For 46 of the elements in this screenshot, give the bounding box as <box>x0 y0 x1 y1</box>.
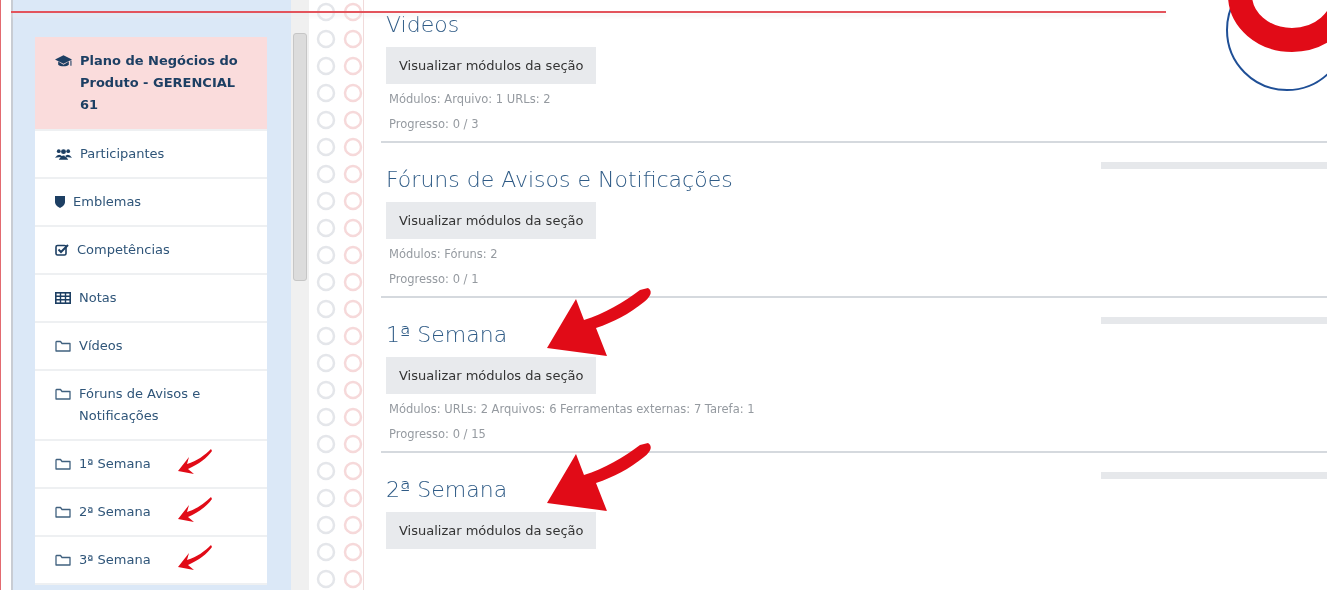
view-modules-button[interactable]: Visualizar módulos da seção <box>386 202 597 239</box>
section-title[interactable]: 1ª Semana <box>381 321 508 347</box>
folder-icon <box>55 340 71 352</box>
sidebar-item-label: Fóruns de Avisos e Notificações <box>79 385 202 425</box>
shield-icon <box>55 196 65 208</box>
section-title[interactable]: Videos <box>381 11 460 37</box>
sidebar-item-label: Plano de Negócios do Produto - GERENCIAL 61 <box>80 52 239 114</box>
sidebar-item-label: Notas <box>79 289 118 307</box>
sidebar-item[interactable]: 1ª Semana <box>35 441 267 489</box>
sidebar-item-label: 2ª Semana <box>79 503 152 521</box>
progress-text: Progresso: 0 / 1 <box>389 272 480 286</box>
folder-icon <box>55 458 71 470</box>
modules-summary: Módulos: Arquivo: 1 URLs: 2 <box>389 92 552 106</box>
users-icon <box>55 148 72 160</box>
sidebar-item[interactable]: Participantes <box>35 131 267 179</box>
sidebar-item-label: Participantes <box>80 145 166 163</box>
folder-icon <box>55 388 71 400</box>
progress-text: Progresso: 0 / 3 <box>389 117 480 131</box>
view-modules-button[interactable]: Visualizar módulos da seção <box>386 512 597 549</box>
view-modules-button[interactable]: Visualizar módulos da seção <box>386 357 597 394</box>
sidebar-item[interactable]: Vídeos <box>35 323 267 371</box>
progress-text: Progresso: 0 / 15 <box>389 427 487 441</box>
table-icon <box>55 292 71 304</box>
view-modules-button[interactable]: Visualizar módulos da seção <box>386 47 597 84</box>
sidebar-item[interactable]: Competências <box>35 227 267 275</box>
sidebar-item-label: 1ª Semana <box>79 455 152 473</box>
sidebar-item[interactable]: Notas <box>35 275 267 323</box>
sidebar-item-label: Vídeos <box>79 337 124 355</box>
sidebar-item[interactable]: Emblemas <box>35 179 267 227</box>
folder-icon <box>55 554 71 566</box>
checkbox-icon <box>55 244 69 256</box>
modules-summary: Módulos: Fóruns: 2 <box>389 247 499 261</box>
scrollbar-thumb[interactable] <box>293 33 307 281</box>
sidebar-item-label: Competências <box>77 241 171 259</box>
scrollbar[interactable] <box>291 0 309 590</box>
sidebar-item[interactable]: 3ª Semana <box>35 537 267 585</box>
folder-icon <box>55 506 71 518</box>
graduation-cap-icon <box>55 55 72 68</box>
modules-summary: Módulos: URLs: 2 Arquivos: 6 Ferramentas externas: 7 Tarefa: 1 <box>389 402 756 416</box>
section-title[interactable]: 2ª Semana <box>381 476 508 502</box>
sidebar-item[interactable]: Plano de Negócios do Produto - GERENCIAL 61 <box>35 37 267 131</box>
sidebar-item-label: 3ª Semana <box>79 551 152 569</box>
sidebar-item-label: Emblemas <box>73 193 143 211</box>
section-title[interactable]: Fóruns de Avisos e Notificações <box>381 166 733 192</box>
sidebar-item[interactable]: 2ª Semana <box>35 489 267 537</box>
sidebar-item[interactable]: Fóruns de Avisos e Notificações <box>35 371 267 441</box>
